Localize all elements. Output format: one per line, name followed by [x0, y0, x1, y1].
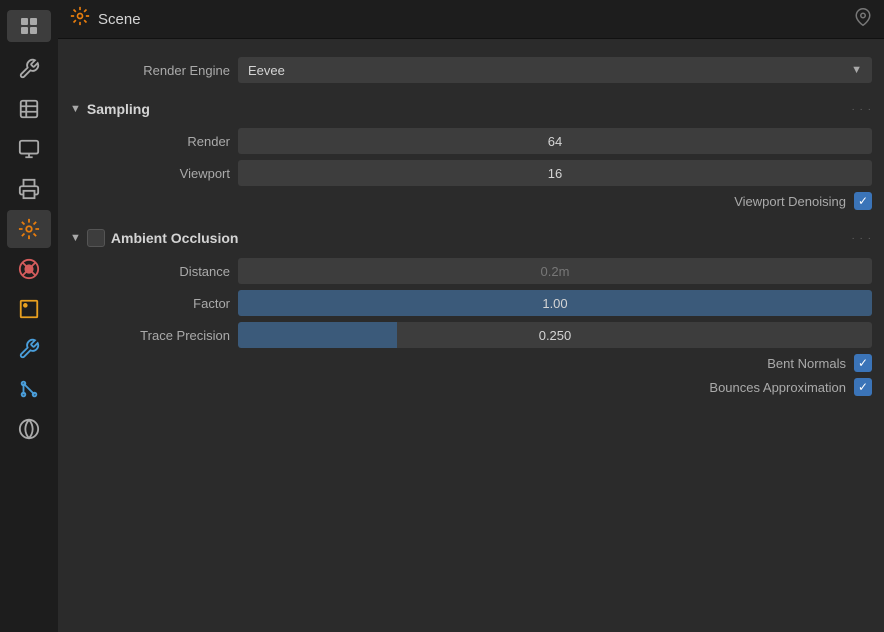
bounces-approx-checkbox[interactable]: ✓ — [854, 378, 872, 396]
header-left: Scene — [70, 6, 141, 32]
render-engine-value: Eevee — [248, 63, 285, 78]
header-scene-icon — [70, 6, 90, 32]
ao-collapse-icon: ▼ — [70, 232, 81, 244]
bent-normals-label: Bent Normals — [767, 356, 846, 371]
render-engine-row: Render Engine Eevee ▼ — [58, 51, 884, 89]
bounces-approx-row: Bounces Approximation ✓ — [58, 375, 884, 399]
viewport-label: Viewport — [70, 166, 230, 181]
sidebar-item-scene[interactable] — [7, 210, 51, 248]
distance-value: 0.2m — [541, 264, 570, 279]
pin-icon[interactable] — [854, 8, 872, 31]
render-row: Render 64 — [58, 125, 884, 157]
viewport-denoising-row: Viewport Denoising ✓ — [58, 189, 884, 213]
dropdown-arrow-icon: ▼ — [851, 64, 862, 76]
render-engine-dropdown[interactable]: Eevee ▼ — [238, 57, 872, 83]
bent-normals-row: Bent Normals ✓ — [58, 351, 884, 375]
sidebar-item-tools[interactable] — [7, 50, 51, 88]
render-value: 64 — [548, 134, 562, 149]
sidebar-item-particles[interactable] — [7, 370, 51, 408]
factor-value-field[interactable]: 1.00 — [238, 290, 872, 316]
sidebar-item-modifier[interactable] — [7, 330, 51, 368]
ao-title: Ambient Occlusion — [111, 230, 239, 246]
header: Scene — [58, 0, 884, 39]
distance-value-field[interactable]: 0.2m — [238, 258, 872, 284]
sidebar-top — [0, 4, 58, 48]
content-area: Render Engine Eevee ▼ ▼ Sampling · · · R… — [58, 39, 884, 632]
sidebar-item-physics[interactable] — [7, 410, 51, 448]
render-value-field[interactable]: 64 — [238, 128, 872, 154]
trace-precision-label: Trace Precision — [70, 328, 230, 343]
sampling-collapse-icon: ▼ — [70, 103, 81, 115]
trace-precision-value: 0.250 — [238, 328, 872, 343]
page-title: Scene — [98, 11, 141, 28]
distance-row: Distance 0.2m — [58, 255, 884, 287]
sidebar-item-viewlayer[interactable] — [7, 90, 51, 128]
sampling-title: Sampling — [87, 101, 150, 117]
sampling-dots: · · · — [851, 104, 872, 115]
sidebar-item-output[interactable] — [7, 170, 51, 208]
bent-normals-checkbox[interactable]: ✓ — [854, 354, 872, 372]
main-panel: Scene Render Engine Eevee ▼ ▼ Sampling ·… — [58, 0, 884, 632]
render-engine-label: Render Engine — [70, 63, 230, 78]
ao-section-header[interactable]: ▼ Ambient Occlusion · · · — [58, 221, 884, 255]
ao-enable-checkbox[interactable] — [87, 229, 105, 247]
ao-dots: · · · — [851, 233, 872, 244]
viewport-row: Viewport 16 — [58, 157, 884, 189]
viewport-denoising-checkbox[interactable]: ✓ — [854, 192, 872, 210]
viewport-value-field[interactable]: 16 — [238, 160, 872, 186]
sidebar-item-world[interactable] — [7, 250, 51, 288]
factor-label: Factor — [70, 296, 230, 311]
icon-strip-toggle[interactable] — [7, 10, 51, 42]
bounces-approx-label: Bounces Approximation — [709, 380, 846, 395]
trace-precision-row: Trace Precision 0.250 — [58, 319, 884, 351]
viewport-value: 16 — [548, 166, 562, 181]
viewport-denoising-label: Viewport Denoising — [734, 194, 846, 209]
distance-label: Distance — [70, 264, 230, 279]
sidebar-item-render[interactable] — [7, 130, 51, 168]
sidebar — [0, 0, 58, 632]
factor-row: Factor 1.00 — [58, 287, 884, 319]
trace-precision-slider[interactable]: 0.250 — [238, 322, 872, 348]
sidebar-item-object[interactable] — [7, 290, 51, 328]
factor-value: 1.00 — [542, 296, 567, 311]
sampling-section-header[interactable]: ▼ Sampling · · · — [58, 93, 884, 125]
render-label: Render — [70, 134, 230, 149]
